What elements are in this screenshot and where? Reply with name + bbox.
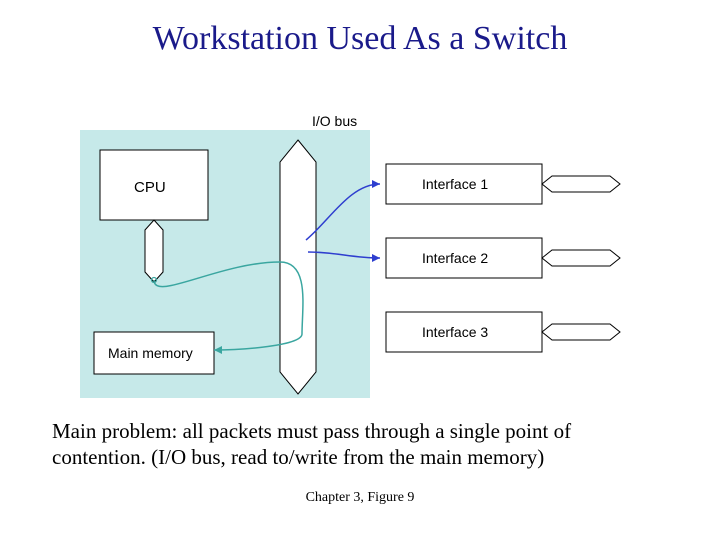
slide-title: Workstation Used As a Switch	[0, 20, 720, 58]
interface2-port	[542, 250, 620, 266]
main-memory-label: Main memory	[108, 345, 193, 361]
interface1-port	[542, 176, 620, 192]
cpu-label: CPU	[134, 179, 166, 196]
interface3-port	[542, 324, 620, 340]
interface1-label: Interface 1	[422, 176, 488, 192]
figure-reference: Chapter 3, Figure 9	[0, 490, 720, 506]
io-bus-shape	[280, 140, 316, 394]
arrowhead-interface2	[372, 254, 380, 262]
arrowhead-interface1	[372, 180, 380, 188]
interface2-label: Interface 2	[422, 250, 488, 266]
interface3-box: Interface 3	[386, 312, 542, 352]
cpu-connector	[145, 220, 163, 282]
io-bus-label: I/O bus	[312, 113, 357, 129]
architecture-diagram: I/O bus CPU Main memory Interface 1 Inte…	[80, 112, 630, 398]
interface1-box: Interface 1	[386, 164, 542, 204]
caption-text: Main problem: all packets must pass thro…	[52, 418, 668, 471]
interface3-label: Interface 3	[422, 324, 488, 340]
interface2-box: Interface 2	[386, 238, 542, 278]
